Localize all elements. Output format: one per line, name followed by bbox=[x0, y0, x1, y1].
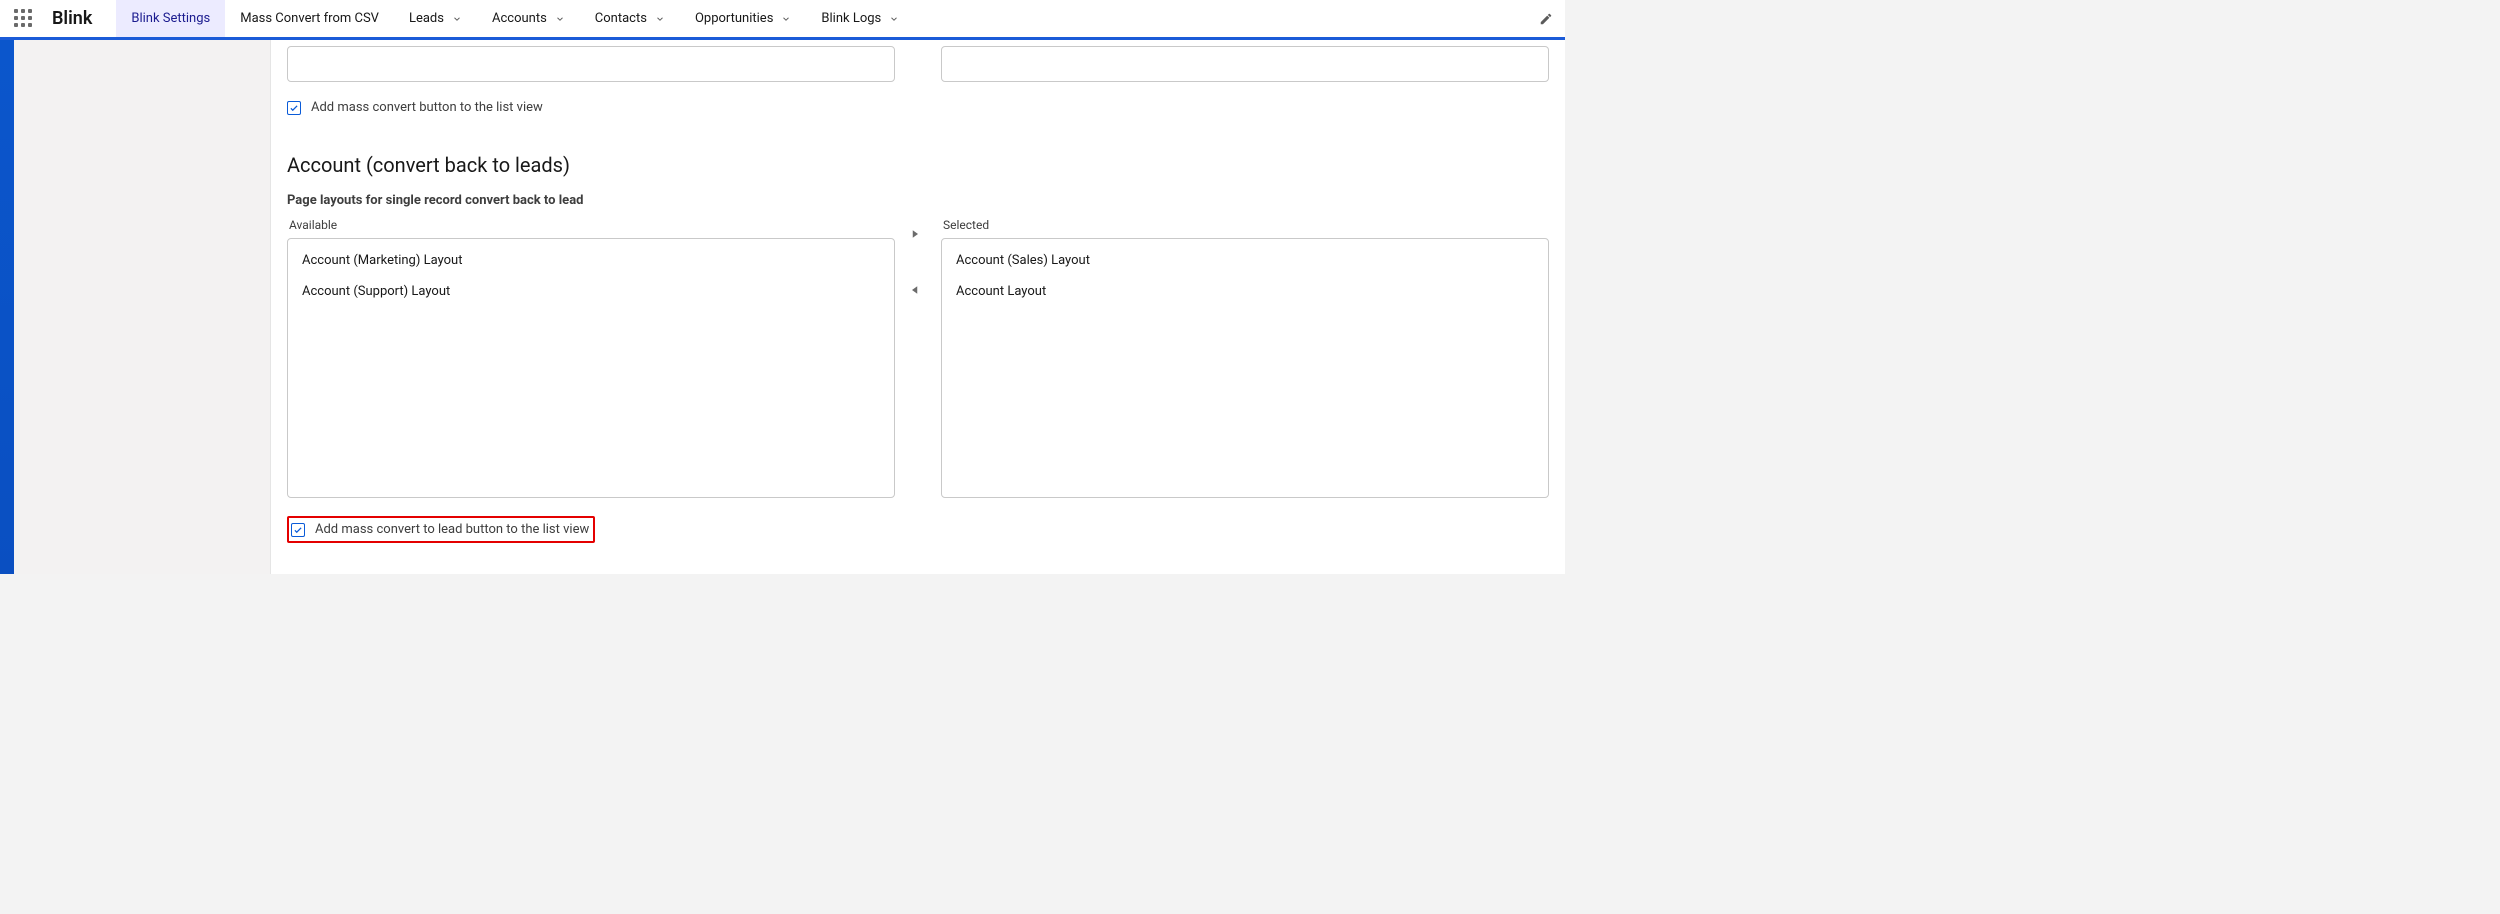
list-item[interactable]: Account (Support) Layout bbox=[288, 276, 894, 307]
list-item[interactable]: Account Layout bbox=[942, 276, 1548, 307]
top-available-listbox[interactable] bbox=[287, 46, 895, 82]
nav-tab-label: Blink Logs bbox=[821, 11, 881, 26]
account-checkbox-label: Add mass convert to lead button to the l… bbox=[315, 522, 589, 537]
nav-tab-blink-settings[interactable]: Blink Settings bbox=[116, 0, 225, 37]
move-left-icon[interactable] bbox=[907, 282, 923, 298]
global-nav: Blink Blink Settings Mass Convert from CS… bbox=[0, 0, 1565, 40]
left-frame-strip bbox=[0, 40, 14, 574]
chevron-down-icon[interactable] bbox=[781, 14, 791, 24]
list-item[interactable]: Account (Marketing) Layout bbox=[288, 245, 894, 276]
nav-tab-accounts[interactable]: Accounts bbox=[477, 0, 580, 37]
edit-pencil-icon[interactable] bbox=[1539, 12, 1553, 26]
app-launcher-icon bbox=[14, 9, 34, 29]
top-checkbox-label: Add mass convert button to the list view bbox=[311, 100, 543, 115]
move-right-icon[interactable] bbox=[907, 226, 923, 242]
account-section: Account (convert back to leads) Page lay… bbox=[287, 123, 1549, 543]
available-listbox[interactable]: Account (Marketing) LayoutAccount (Suppo… bbox=[287, 238, 895, 498]
nav-tab-label: Mass Convert from CSV bbox=[240, 11, 379, 26]
chevron-down-icon[interactable] bbox=[655, 14, 665, 24]
app-launcher[interactable] bbox=[0, 0, 48, 37]
selected-label: Selected bbox=[941, 212, 1549, 238]
chevron-down-icon[interactable] bbox=[555, 14, 565, 24]
list-item[interactable]: Account (Sales) Layout bbox=[942, 245, 1548, 276]
nav-tab-leads[interactable]: Leads bbox=[394, 0, 477, 37]
nav-tab-label: Contacts bbox=[595, 11, 647, 26]
settings-sidebar bbox=[14, 40, 271, 574]
nav-tabs: Blink Settings Mass Convert from CSV Leads… bbox=[116, 0, 914, 37]
account-dual-listbox: Available Account (Marketing) LayoutAcco… bbox=[287, 212, 1549, 498]
checkbox-icon bbox=[287, 101, 301, 115]
nav-tab-label: Leads bbox=[409, 11, 444, 26]
top-checkbox-row[interactable]: Add mass convert button to the list view bbox=[287, 100, 1549, 115]
nav-tab-label: Opportunities bbox=[695, 11, 773, 26]
available-label: Available bbox=[287, 212, 895, 238]
chevron-down-icon[interactable] bbox=[889, 14, 899, 24]
top-partial-section: Add mass convert button to the list view bbox=[287, 40, 1549, 115]
account-heading: Account (convert back to leads) bbox=[287, 153, 1549, 177]
account-checkbox-row[interactable]: Add mass convert to lead button to the l… bbox=[291, 522, 589, 537]
app-name: Blink bbox=[48, 0, 116, 37]
checkbox-icon bbox=[291, 523, 305, 537]
nav-tab-label: Accounts bbox=[492, 11, 547, 26]
nav-tab-blink-logs[interactable]: Blink Logs bbox=[806, 0, 914, 37]
account-subheading: Page layouts for single record convert b… bbox=[287, 193, 1549, 208]
nav-tab-contacts[interactable]: Contacts bbox=[580, 0, 680, 37]
top-selected-listbox[interactable] bbox=[941, 46, 1549, 82]
nav-tab-mass-convert-from-csv[interactable]: Mass Convert from CSV bbox=[225, 0, 394, 37]
chevron-down-icon[interactable] bbox=[452, 14, 462, 24]
nav-tab-label: Blink Settings bbox=[131, 11, 210, 26]
highlighted-checkbox-region: Add mass convert to lead button to the l… bbox=[287, 516, 595, 543]
main-content: Add mass convert button to the list view… bbox=[271, 40, 1565, 574]
selected-listbox[interactable]: Account (Sales) LayoutAccount Layout bbox=[941, 238, 1549, 498]
nav-tab-opportunities[interactable]: Opportunities bbox=[680, 0, 806, 37]
